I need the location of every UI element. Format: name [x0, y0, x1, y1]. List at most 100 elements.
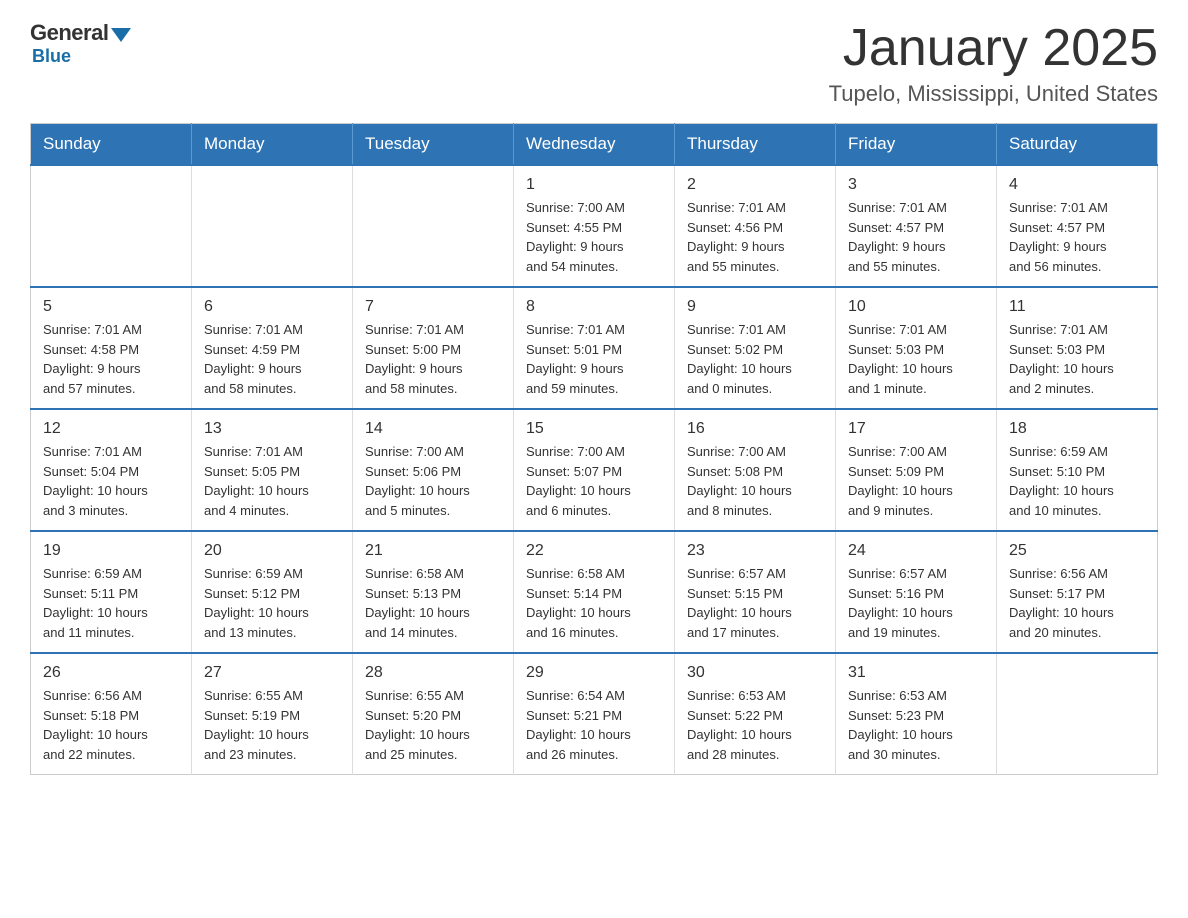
logo-blue-text: Blue [32, 46, 71, 67]
day-info: Sunrise: 7:01 AM Sunset: 5:04 PM Dayligh… [43, 442, 179, 520]
calendar-week-3: 12 Sunrise: 7:01 AM Sunset: 5:04 PM Dayli… [31, 409, 1158, 531]
calendar-cell: 28 Sunrise: 6:55 AM Sunset: 5:20 PM Dayli… [353, 653, 514, 775]
day-number: 5 [43, 298, 179, 316]
calendar-header-sunday: Sunday [31, 124, 192, 166]
calendar-header-friday: Friday [836, 124, 997, 166]
day-info: Sunrise: 7:01 AM Sunset: 4:58 PM Dayligh… [43, 320, 179, 398]
calendar-cell: 31 Sunrise: 6:53 AM Sunset: 5:23 PM Dayli… [836, 653, 997, 775]
day-number: 11 [1009, 298, 1145, 316]
logo-general-text: General [30, 20, 108, 46]
day-info: Sunrise: 7:00 AM Sunset: 5:09 PM Dayligh… [848, 442, 984, 520]
calendar-cell: 18 Sunrise: 6:59 AM Sunset: 5:10 PM Dayli… [997, 409, 1158, 531]
day-info: Sunrise: 6:53 AM Sunset: 5:23 PM Dayligh… [848, 686, 984, 764]
day-info: Sunrise: 7:01 AM Sunset: 5:05 PM Dayligh… [204, 442, 340, 520]
calendar-cell: 14 Sunrise: 7:00 AM Sunset: 5:06 PM Dayli… [353, 409, 514, 531]
calendar-cell: 10 Sunrise: 7:01 AM Sunset: 5:03 PM Dayli… [836, 287, 997, 409]
day-number: 21 [365, 542, 501, 560]
title-section: January 2025 Tupelo, Mississippi, United… [829, 20, 1158, 107]
calendar-cell: 9Sunrise: 7:01 AM Sunset: 5:02 PM Daylig… [675, 287, 836, 409]
calendar-cell: 23 Sunrise: 6:57 AM Sunset: 5:15 PM Dayli… [675, 531, 836, 653]
day-info: Sunrise: 6:57 AM Sunset: 5:15 PM Dayligh… [687, 564, 823, 642]
logo: General Blue [30, 20, 131, 67]
day-number: 18 [1009, 420, 1145, 438]
calendar-cell: 3Sunrise: 7:01 AM Sunset: 4:57 PM Daylig… [836, 165, 997, 287]
day-number: 25 [1009, 542, 1145, 560]
calendar-cell: 8 Sunrise: 7:01 AM Sunset: 5:01 PM Daylig… [514, 287, 675, 409]
calendar-cell: 17 Sunrise: 7:00 AM Sunset: 5:09 PM Dayli… [836, 409, 997, 531]
month-title: January 2025 [829, 20, 1158, 77]
day-info: Sunrise: 6:58 AM Sunset: 5:13 PM Dayligh… [365, 564, 501, 642]
day-info: Sunrise: 7:01 AM Sunset: 5:03 PM Dayligh… [848, 320, 984, 398]
day-info: Sunrise: 6:54 AM Sunset: 5:21 PM Dayligh… [526, 686, 662, 764]
day-info: Sunrise: 7:01 AM Sunset: 5:01 PM Dayligh… [526, 320, 662, 398]
day-info: Sunrise: 6:59 AM Sunset: 5:11 PM Dayligh… [43, 564, 179, 642]
day-number: 20 [204, 542, 340, 560]
page-header: General Blue January 2025 Tupelo, Missis… [30, 20, 1158, 107]
day-info: Sunrise: 7:01 AM Sunset: 5:03 PM Dayligh… [1009, 320, 1145, 398]
day-info: Sunrise: 6:56 AM Sunset: 5:17 PM Dayligh… [1009, 564, 1145, 642]
day-info: Sunrise: 6:59 AM Sunset: 5:12 PM Dayligh… [204, 564, 340, 642]
calendar-cell [192, 165, 353, 287]
day-info: Sunrise: 6:55 AM Sunset: 5:19 PM Dayligh… [204, 686, 340, 764]
day-number: 23 [687, 542, 823, 560]
calendar-header-saturday: Saturday [997, 124, 1158, 166]
calendar-cell: 4 Sunrise: 7:01 AM Sunset: 4:57 PM Daylig… [997, 165, 1158, 287]
calendar-cell: 16 Sunrise: 7:00 AM Sunset: 5:08 PM Dayli… [675, 409, 836, 531]
calendar-cell [997, 653, 1158, 775]
day-number: 10 [848, 298, 984, 316]
calendar-cell: 1Sunrise: 7:00 AM Sunset: 4:55 PM Daylig… [514, 165, 675, 287]
day-info: Sunrise: 6:53 AM Sunset: 5:22 PM Dayligh… [687, 686, 823, 764]
calendar-cell: 7Sunrise: 7:01 AM Sunset: 5:00 PM Daylig… [353, 287, 514, 409]
day-info: Sunrise: 6:58 AM Sunset: 5:14 PM Dayligh… [526, 564, 662, 642]
day-number: 2 [687, 176, 823, 194]
day-info: Sunrise: 7:00 AM Sunset: 5:06 PM Dayligh… [365, 442, 501, 520]
day-number: 16 [687, 420, 823, 438]
calendar-cell: 26Sunrise: 6:56 AM Sunset: 5:18 PM Dayli… [31, 653, 192, 775]
calendar-header-wednesday: Wednesday [514, 124, 675, 166]
logo-triangle-icon [111, 28, 131, 42]
day-number: 30 [687, 664, 823, 682]
calendar-cell: 27Sunrise: 6:55 AM Sunset: 5:19 PM Dayli… [192, 653, 353, 775]
day-info: Sunrise: 6:57 AM Sunset: 5:16 PM Dayligh… [848, 564, 984, 642]
calendar-cell: 12 Sunrise: 7:01 AM Sunset: 5:04 PM Dayli… [31, 409, 192, 531]
calendar-cell: 29Sunrise: 6:54 AM Sunset: 5:21 PM Dayli… [514, 653, 675, 775]
calendar-cell: 19Sunrise: 6:59 AM Sunset: 5:11 PM Dayli… [31, 531, 192, 653]
day-info: Sunrise: 7:01 AM Sunset: 4:57 PM Dayligh… [1009, 198, 1145, 276]
day-number: 8 [526, 298, 662, 316]
day-number: 6 [204, 298, 340, 316]
calendar-week-4: 19Sunrise: 6:59 AM Sunset: 5:11 PM Dayli… [31, 531, 1158, 653]
day-number: 31 [848, 664, 984, 682]
day-number: 4 [1009, 176, 1145, 194]
day-info: Sunrise: 7:00 AM Sunset: 5:08 PM Dayligh… [687, 442, 823, 520]
calendar-week-1: 1Sunrise: 7:00 AM Sunset: 4:55 PM Daylig… [31, 165, 1158, 287]
calendar-header-row: SundayMondayTuesdayWednesdayThursdayFrid… [31, 124, 1158, 166]
day-info: Sunrise: 7:01 AM Sunset: 4:57 PM Dayligh… [848, 198, 984, 276]
day-number: 28 [365, 664, 501, 682]
calendar-header-monday: Monday [192, 124, 353, 166]
day-info: Sunrise: 7:01 AM Sunset: 4:59 PM Dayligh… [204, 320, 340, 398]
day-number: 15 [526, 420, 662, 438]
day-number: 17 [848, 420, 984, 438]
calendar-cell: 20 Sunrise: 6:59 AM Sunset: 5:12 PM Dayli… [192, 531, 353, 653]
day-info: Sunrise: 7:00 AM Sunset: 4:55 PM Dayligh… [526, 198, 662, 276]
calendar-cell [31, 165, 192, 287]
calendar-cell: 30 Sunrise: 6:53 AM Sunset: 5:22 PM Dayli… [675, 653, 836, 775]
day-info: Sunrise: 7:01 AM Sunset: 4:56 PM Dayligh… [687, 198, 823, 276]
location: Tupelo, Mississippi, United States [829, 81, 1158, 107]
calendar-header-tuesday: Tuesday [353, 124, 514, 166]
calendar-week-2: 5 Sunrise: 7:01 AM Sunset: 4:58 PM Daylig… [31, 287, 1158, 409]
day-number: 22 [526, 542, 662, 560]
day-info: Sunrise: 6:59 AM Sunset: 5:10 PM Dayligh… [1009, 442, 1145, 520]
day-info: Sunrise: 7:01 AM Sunset: 5:02 PM Dayligh… [687, 320, 823, 398]
calendar-table: SundayMondayTuesdayWednesdayThursdayFrid… [30, 123, 1158, 775]
calendar-cell [353, 165, 514, 287]
day-number: 12 [43, 420, 179, 438]
calendar-week-5: 26Sunrise: 6:56 AM Sunset: 5:18 PM Dayli… [31, 653, 1158, 775]
day-info: Sunrise: 6:55 AM Sunset: 5:20 PM Dayligh… [365, 686, 501, 764]
calendar-header-thursday: Thursday [675, 124, 836, 166]
calendar-cell: 11 Sunrise: 7:01 AM Sunset: 5:03 PM Dayli… [997, 287, 1158, 409]
day-number: 14 [365, 420, 501, 438]
calendar-cell: 24Sunrise: 6:57 AM Sunset: 5:16 PM Dayli… [836, 531, 997, 653]
day-number: 13 [204, 420, 340, 438]
calendar-cell: 2 Sunrise: 7:01 AM Sunset: 4:56 PM Daylig… [675, 165, 836, 287]
